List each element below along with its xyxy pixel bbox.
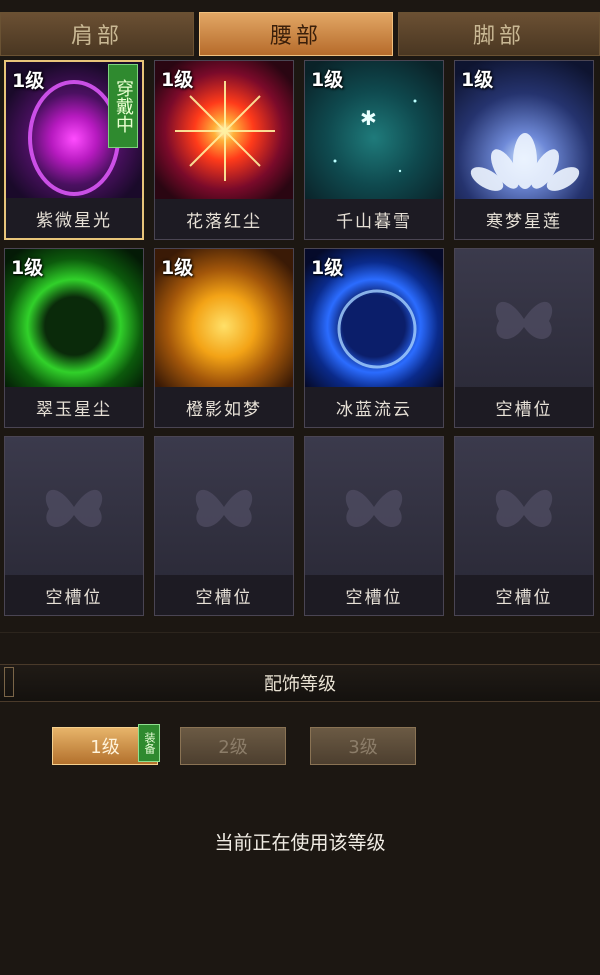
tag-text: 装备 <box>143 732 156 754</box>
empty-slot[interactable]: 空槽位 <box>304 436 444 616</box>
equipped-tag: 装备 <box>138 724 160 762</box>
button-label: 1级 <box>90 737 120 758</box>
status-text: 当前正在使用该等级 <box>214 832 386 854</box>
slot-name: 空槽位 <box>155 575 293 615</box>
accessory-slot[interactable]: 1级 橙影如梦 <box>154 248 294 428</box>
slot-name: 翠玉星尘 <box>5 387 143 427</box>
empty-slot[interactable]: 空槽位 <box>454 436 594 616</box>
tab-label: 脚部 <box>472 24 525 49</box>
accessory-slot[interactable]: 1级 冰蓝流云 <box>304 248 444 428</box>
part-tabs: 肩部 腰部 脚部 <box>0 12 600 58</box>
level-label: 1级 <box>11 257 44 279</box>
butterfly-icon <box>5 437 143 577</box>
button-label: 3级 <box>348 737 378 758</box>
butterfly-icon <box>455 249 593 389</box>
accessory-slot[interactable]: 1级 穿戴中 紫微星光 <box>4 60 144 240</box>
slot-name: 空槽位 <box>455 387 593 427</box>
accessory-slot[interactable]: 1级 寒梦星莲 <box>454 60 594 240</box>
butterfly-icon <box>305 437 443 577</box>
slot-name: 寒梦星莲 <box>455 199 593 239</box>
divider <box>0 632 600 633</box>
accessory-slot[interactable]: 1级 花落红尘 <box>154 60 294 240</box>
button-label: 2级 <box>218 737 248 758</box>
empty-slot[interactable]: 空槽位 <box>4 436 144 616</box>
butterfly-icon <box>455 437 593 577</box>
slot-name: 橙影如梦 <box>155 387 293 427</box>
tab-label: 肩部 <box>70 24 123 49</box>
slot-name: 冰蓝流云 <box>305 387 443 427</box>
empty-slot[interactable]: 空槽位 <box>154 436 294 616</box>
level-label: 1级 <box>311 257 344 279</box>
level-label: 1级 <box>161 257 194 279</box>
slot-name: 紫微星光 <box>6 198 142 238</box>
tab-waist[interactable]: 腰部 <box>199 12 393 56</box>
accessory-slot[interactable]: ✱ 1级 千山暮雪 <box>304 60 444 240</box>
wearing-badge: 穿戴中 <box>108 64 138 148</box>
slot-name: 千山暮雪 <box>305 199 443 239</box>
level-label: 1级 <box>161 69 194 91</box>
butterfly-icon <box>155 437 293 577</box>
level-label: 1级 <box>461 69 494 91</box>
accessory-slot[interactable]: 1级 翠玉星尘 <box>4 248 144 428</box>
tab-label: 腰部 <box>269 24 322 49</box>
level-2-button[interactable]: 2级 <box>180 727 286 765</box>
empty-slot[interactable]: 空槽位 <box>454 248 594 428</box>
slot-name: 空槽位 <box>305 575 443 615</box>
tab-foot[interactable]: 脚部 <box>398 12 600 56</box>
section-header: 配饰等级 <box>0 664 600 702</box>
level-3-button[interactable]: 3级 <box>310 727 416 765</box>
tab-shoulder[interactable]: 肩部 <box>0 12 194 56</box>
section-title: 配饰等级 <box>264 674 336 695</box>
slot-name: 空槽位 <box>5 575 143 615</box>
badge-text: 穿戴中 <box>113 79 134 133</box>
slot-name: 空槽位 <box>455 575 593 615</box>
svg-text:✱: ✱ <box>360 106 377 130</box>
level-label: 1级 <box>12 70 45 92</box>
slot-name: 花落红尘 <box>155 199 293 239</box>
level-label: 1级 <box>311 69 344 91</box>
